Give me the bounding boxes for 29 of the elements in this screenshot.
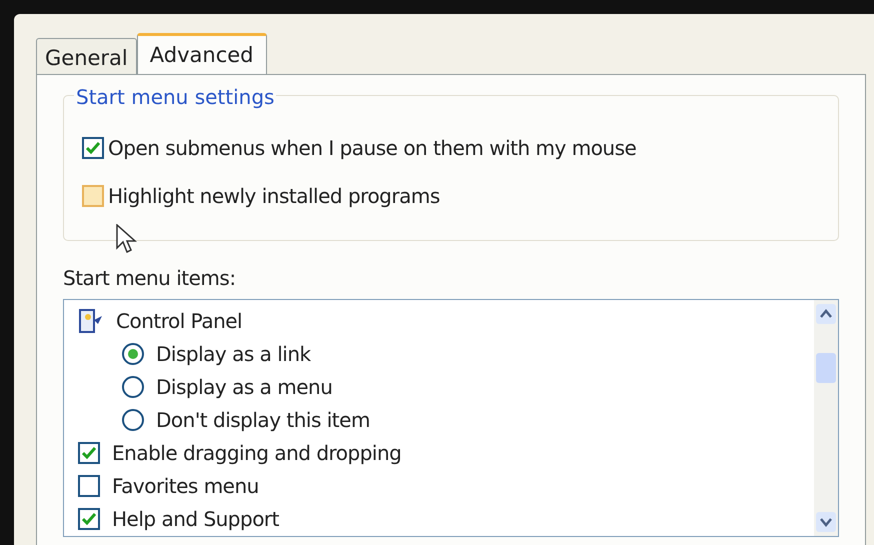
control-panel-icon xyxy=(78,308,104,334)
list-item-label: Enable dragging and dropping xyxy=(112,440,402,466)
checkbox[interactable] xyxy=(78,442,100,464)
list-item-label: Help and Support xyxy=(112,506,279,532)
list-item-label: Display as a menu xyxy=(156,374,332,400)
list-item-label: Don't display this item xyxy=(156,406,370,434)
list-item-label: Control Panel xyxy=(116,308,242,334)
radio-button[interactable] xyxy=(122,342,144,364)
checkmark-icon xyxy=(86,142,100,154)
option-label: Highlight newly installed programs xyxy=(108,183,440,210)
scrollbar[interactable] xyxy=(814,300,838,536)
scroll-down-icon[interactable] xyxy=(816,512,836,532)
checkmark-icon xyxy=(82,446,96,458)
items-label: Start menu items: xyxy=(63,265,236,292)
scroll-thumb[interactable] xyxy=(816,353,836,383)
list-item-label: Favorites menu xyxy=(112,472,259,500)
checkmark-icon xyxy=(82,512,96,524)
list-item-label: Display as a link xyxy=(156,340,311,368)
tab[interactable]: Advanced xyxy=(136,33,266,75)
mouse-cursor-icon xyxy=(116,224,138,256)
checkbox[interactable] xyxy=(78,508,100,530)
scroll-up-icon[interactable] xyxy=(816,304,836,324)
checkbox[interactable] xyxy=(82,185,104,207)
checkbox[interactable] xyxy=(82,137,104,159)
checkbox[interactable] xyxy=(78,474,100,496)
radio-button[interactable] xyxy=(122,376,144,398)
option-label: Open submenus when I pause on them with my mouse xyxy=(108,135,636,162)
radio-button[interactable] xyxy=(122,408,144,430)
tab[interactable]: General xyxy=(36,38,137,74)
